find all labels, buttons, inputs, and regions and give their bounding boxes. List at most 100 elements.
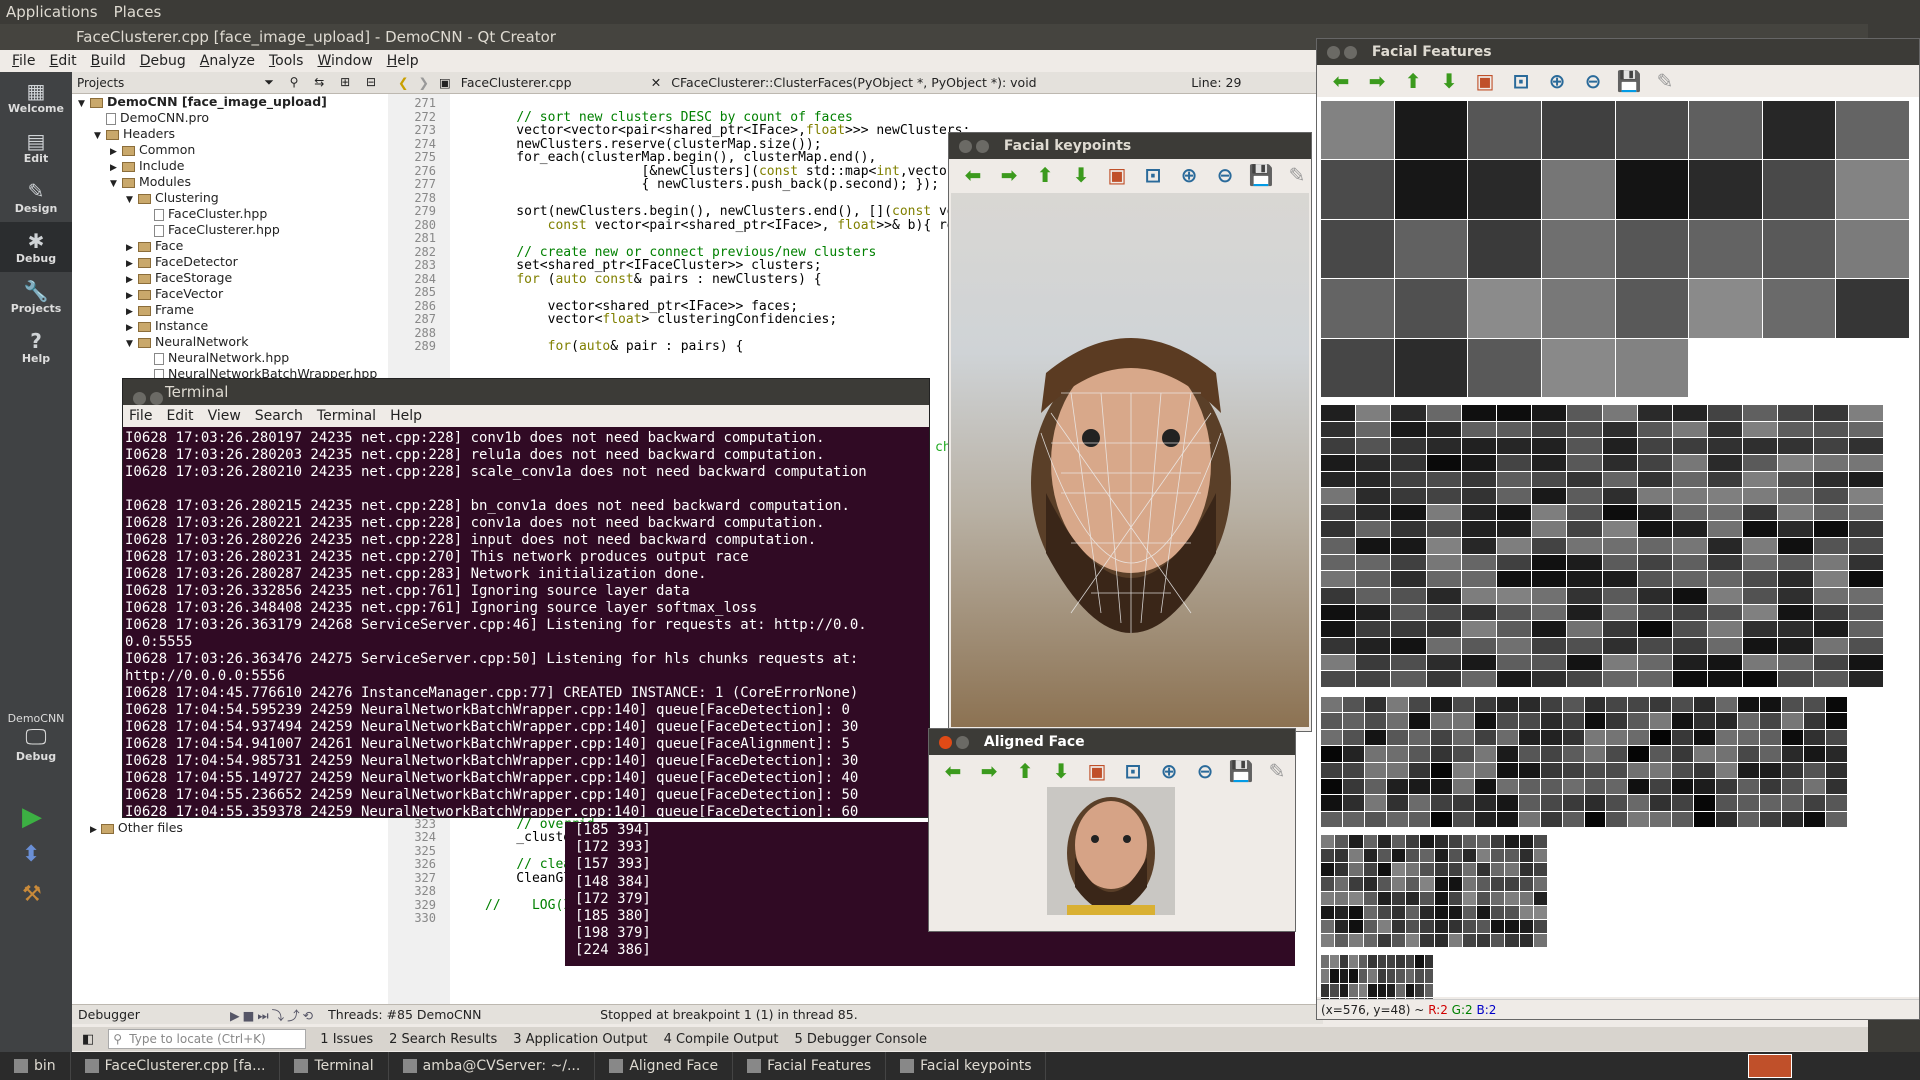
terminal-menu-help[interactable]: Help	[390, 408, 422, 424]
expand-arrow-icon[interactable]: ▼	[110, 176, 122, 192]
properties-icon[interactable]: ✎	[1263, 759, 1291, 783]
mode-edit[interactable]: ▤ Edit	[0, 122, 72, 172]
prev-arrow-icon[interactable]: ⬅	[939, 759, 967, 783]
tree-item[interactable]: ▼ DemoCNN [face_image_upload]	[72, 94, 388, 110]
output-tab[interactable]: 5 Debugger Console	[794, 1032, 927, 1047]
up-arrow-icon[interactable]: ⬆	[1031, 163, 1059, 187]
tree-item[interactable]: ▶ Face	[72, 238, 388, 254]
minimize-icon[interactable]	[956, 735, 969, 749]
tree-item[interactable]: ▼ Clustering	[72, 190, 388, 206]
tree-item[interactable]: ▶ Include	[72, 158, 388, 174]
zoom-fit-icon[interactable]: ⊡	[1507, 69, 1535, 93]
next-arrow-icon[interactable]: ➡	[975, 759, 1003, 783]
mode-design[interactable]: ✎ Design	[0, 172, 72, 222]
menu-help[interactable]: Help	[387, 53, 419, 69]
tree-item[interactable]: ▶ Instance	[72, 318, 388, 334]
output-tab[interactable]: 1 Issues	[320, 1032, 373, 1047]
kit-selector[interactable]: DemoCNN 🖵 Debug	[0, 712, 72, 763]
menu-file[interactable]: File	[12, 53, 35, 69]
tree-item[interactable]: FaceClusterer.hpp	[72, 222, 388, 238]
terminal-menu-edit[interactable]: Edit	[166, 408, 193, 424]
mode-projects[interactable]: 🔧 Projects	[0, 272, 72, 322]
forward-arrow-icon[interactable]: ❯	[418, 75, 428, 90]
down-arrow-icon[interactable]: ⬇	[1047, 759, 1075, 783]
locator-input[interactable]: ⚲ Type to locate (Ctrl+K)	[108, 1029, 307, 1049]
build-hammer-icon[interactable]: ⚒	[22, 882, 42, 907]
up-arrow-icon[interactable]: ⬆	[1399, 69, 1427, 93]
tree-item[interactable]: ▶ Frame	[72, 302, 388, 318]
projects-selector[interactable]: Projects	[77, 76, 124, 90]
tree-item[interactable]: FaceCluster.hpp	[72, 206, 388, 222]
expand-arrow-icon[interactable]: ▼	[126, 192, 138, 208]
image-icon[interactable]: ▣	[1471, 69, 1499, 93]
output-tab[interactable]: 3 Application Output	[513, 1032, 647, 1047]
close-icon[interactable]	[959, 139, 972, 153]
image-icon[interactable]: ▣	[1083, 759, 1111, 783]
terminal-menu-search[interactable]: Search	[255, 408, 303, 424]
zoom-fit-icon[interactable]: ⊡	[1139, 163, 1167, 187]
taskbar-item[interactable]: FaceClusterer.cpp [fa...	[71, 1052, 281, 1080]
threads-selector[interactable]: Threads: #85 DemoCNN	[328, 1007, 528, 1022]
output-tab[interactable]: 2 Search Results	[389, 1032, 497, 1047]
taskbar-item[interactable]: Facial keypoints	[886, 1052, 1047, 1080]
tree-item[interactable]: ▶ FaceStorage	[72, 270, 388, 286]
mode-debug[interactable]: ✱ Debug	[0, 222, 72, 272]
debug-run-icon[interactable]: ⬍	[22, 842, 40, 867]
tree-item[interactable]: ▶ FaceDetector	[72, 254, 388, 270]
taskbar-item[interactable]: amba@CVServer: ~/...	[389, 1052, 596, 1080]
close-document-icon[interactable]: ✕	[651, 75, 661, 90]
down-arrow-icon[interactable]: ⬇	[1435, 69, 1463, 93]
tree-item[interactable]: ▼ Headers	[72, 126, 388, 142]
keypoints-image[interactable]	[951, 193, 1309, 727]
next-arrow-icon[interactable]: ➡	[1363, 69, 1391, 93]
tree-other-files[interactable]: ▶ Other files	[90, 820, 183, 835]
expand-arrow-icon[interactable]: ▼	[126, 336, 138, 352]
up-arrow-icon[interactable]: ⬆	[1011, 759, 1039, 783]
down-arrow-icon[interactable]: ⬇	[1067, 163, 1095, 187]
symbol-selector[interactable]: CFaceClusterer::ClusterFaces(PyObject *,…	[671, 75, 1181, 90]
tree-item[interactable]: DemoCNN.pro	[72, 110, 388, 126]
save-icon[interactable]: 💾	[1247, 163, 1275, 187]
minimize-icon[interactable]	[150, 392, 163, 405]
zoom-in-icon[interactable]: ⊕	[1155, 759, 1183, 783]
back-arrow-icon[interactable]: ❮	[398, 75, 408, 90]
terminal-menu-terminal[interactable]: Terminal	[317, 408, 376, 424]
applications-menu[interactable]: Applications	[6, 3, 98, 21]
properties-icon[interactable]: ✎	[1651, 69, 1679, 93]
zoom-fit-icon[interactable]: ⊡	[1119, 759, 1147, 783]
close-icon[interactable]	[939, 735, 952, 749]
menu-window[interactable]: Window	[317, 53, 372, 69]
zoom-out-icon[interactable]: ⊖	[1211, 163, 1239, 187]
zoom-out-icon[interactable]: ⊖	[1191, 759, 1219, 783]
close-icon[interactable]	[1327, 45, 1340, 59]
minimize-icon[interactable]	[976, 139, 989, 153]
places-menu[interactable]: Places	[114, 3, 162, 21]
terminal-output[interactable]: I0628 17:03:26.280197 24235 net.cpp:228]…	[123, 427, 929, 817]
save-icon[interactable]: 💾	[1227, 759, 1255, 783]
debug-controls-icon[interactable]: ▶■⏭⤵⤴⟲	[230, 1005, 316, 1024]
next-arrow-icon[interactable]: ➡	[995, 163, 1023, 187]
expand-arrow-icon[interactable]: ▼	[78, 96, 90, 112]
output-tab[interactable]: 4 Compile Output	[664, 1032, 779, 1047]
tree-item[interactable]: NeuralNetwork.hpp	[72, 350, 388, 366]
taskbar-item[interactable]: Aligned Face	[595, 1052, 734, 1080]
mode-welcome[interactable]: ▦ Welcome	[0, 72, 72, 122]
run-icon[interactable]: ▶	[22, 802, 42, 832]
menu-analyze[interactable]: Analyze	[200, 53, 255, 69]
aligned-face-image[interactable]	[1047, 787, 1175, 915]
filter-icon[interactable]: ⏷ ⚲ ⇆ ⊞ ⊟	[264, 75, 388, 90]
expand-arrow-icon[interactable]: ▼	[94, 128, 106, 144]
prev-arrow-icon[interactable]: ⬅	[959, 163, 987, 187]
tree-item[interactable]: ▼ NeuralNetwork	[72, 334, 388, 350]
zoom-in-icon[interactable]: ⊕	[1175, 163, 1203, 187]
properties-icon[interactable]: ✎	[1283, 163, 1311, 187]
feature-maps-canvas[interactable]	[1317, 97, 1919, 1011]
save-icon[interactable]: 💾	[1615, 69, 1643, 93]
open-document[interactable]: FaceClusterer.cpp	[461, 75, 641, 90]
tree-item[interactable]: ▶ Common	[72, 142, 388, 158]
tree-item[interactable]: ▶ FaceVector	[72, 286, 388, 302]
menu-debug[interactable]: Debug	[140, 53, 186, 69]
debugger-selector[interactable]: Debugger	[78, 1007, 218, 1022]
menu-tools[interactable]: Tools	[269, 53, 304, 69]
menu-build[interactable]: Build	[91, 53, 126, 69]
